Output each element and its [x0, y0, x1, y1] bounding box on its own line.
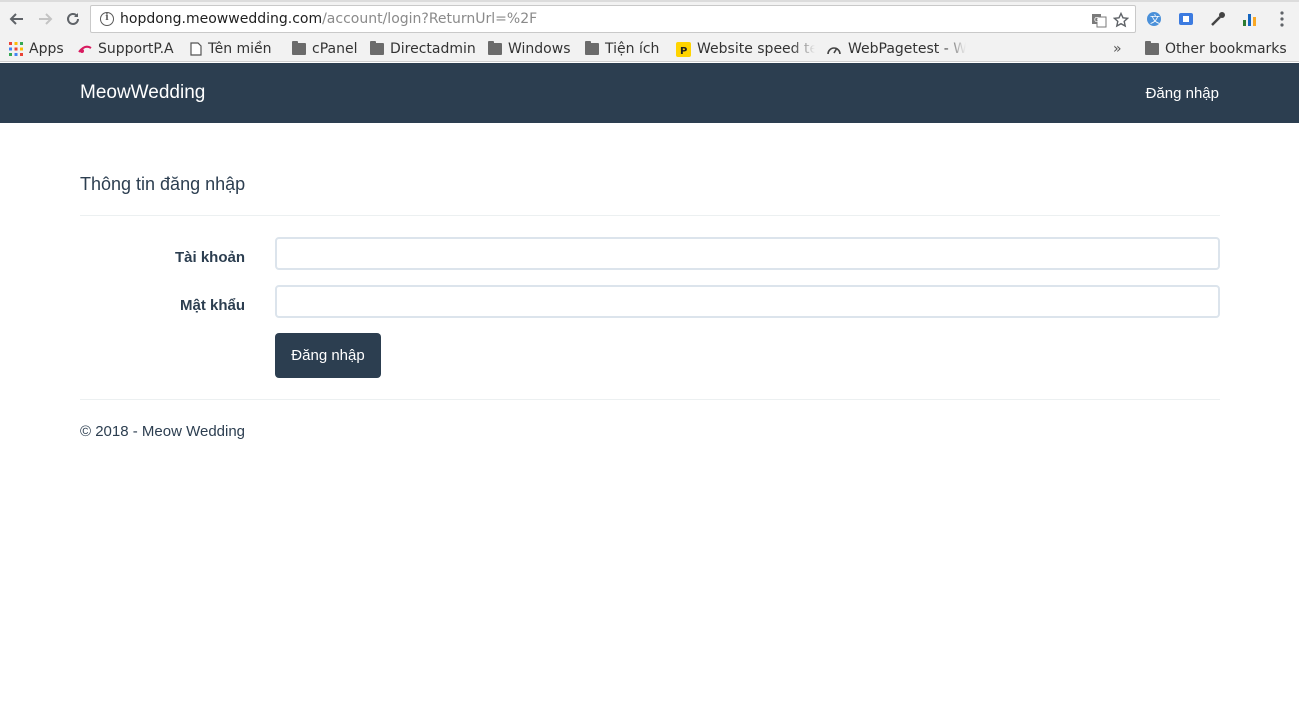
site-brand[interactable]: MeowWedding: [80, 81, 205, 105]
pingdom-icon: P: [676, 41, 691, 57]
title-divider: [80, 215, 1220, 216]
bookmark-website-speed[interactable]: P Website speed te: [676, 39, 815, 59]
page-title: Thông tin đăng nhập: [80, 174, 246, 194]
bookmark-label: cPanel: [312, 41, 358, 57]
extension-eyedropper-icon[interactable]: [1209, 10, 1227, 28]
folder-icon: [370, 41, 384, 55]
bookmark-folder-tien-ich[interactable]: Tiện ích: [585, 39, 659, 59]
bookmark-apps[interactable]: Apps: [9, 39, 64, 59]
footer-copyright: © 2018 - Meow Wedding: [80, 423, 246, 440]
username-input[interactable]: [275, 237, 1220, 270]
url-host: hopdong.meowwedding.com: [120, 11, 323, 27]
bookmark-label: Other bookmarks: [1165, 41, 1287, 57]
svg-text:P: P: [680, 46, 687, 57]
back-arrow-icon: [9, 13, 23, 25]
url-path: /account/login?ReturnUrl=%2F: [322, 11, 538, 27]
folder-icon: [585, 41, 599, 55]
extension-page-icon[interactable]: [1177, 10, 1195, 28]
username-label: Tài khoản: [174, 249, 245, 266]
url-text[interactable]: hopdong.meowwedding.com/account/login?Re…: [120, 11, 537, 28]
bookmark-star-icon[interactable]: [1113, 12, 1129, 28]
bookmark-folder-windows[interactable]: Windows: [488, 39, 571, 59]
bookmark-label: Windows: [508, 41, 571, 57]
speedometer-icon: [827, 47, 841, 55]
extension-chart-icon[interactable]: [1241, 10, 1259, 28]
bookmark-supportpa[interactable]: SupportP.A: [78, 39, 174, 59]
extension-translate-icon[interactable]: 文: [1145, 10, 1163, 28]
password-label: Mật khẩu: [179, 297, 245, 314]
forward-button[interactable]: [35, 9, 55, 29]
bookmark-label: WebPagetest - W: [848, 41, 966, 57]
bookmark-folder-directadmin[interactable]: Directadmin: [370, 39, 476, 59]
tab-strip-edge: [0, 0, 1299, 2]
bookmarks-overflow-button[interactable]: »: [1113, 39, 1122, 59]
address-bar[interactable]: i hopdong.meowwedding.com/account/login?…: [90, 5, 1136, 33]
bookmark-label: Website speed te: [697, 41, 815, 57]
password-input[interactable]: [275, 285, 1220, 318]
browser-toolbar: i hopdong.meowwedding.com/account/login?…: [0, 0, 1299, 37]
svg-text:文: 文: [1150, 13, 1160, 26]
folder-icon: [488, 41, 502, 55]
bookmark-label: Directadmin: [390, 41, 476, 57]
nav-login-link[interactable]: Đăng nhập: [1146, 84, 1219, 104]
svg-text:G: G: [1094, 16, 1099, 24]
reload-icon: [67, 12, 79, 25]
browser-menu-icon[interactable]: [1273, 10, 1291, 28]
site-info-icon[interactable]: i: [100, 12, 114, 26]
folder-icon: [292, 41, 306, 55]
bookmark-webpagetest[interactable]: WebPagetest - W: [826, 39, 966, 59]
footer-divider: [80, 399, 1220, 400]
forward-arrow-icon: [39, 13, 53, 25]
chevron-double-right-icon: »: [1113, 41, 1122, 57]
bookmark-label: Tiện ích: [605, 41, 660, 57]
page-icon: [190, 42, 202, 56]
translate-icon[interactable]: G: [1091, 12, 1107, 28]
bookmark-label: SupportP.A: [98, 41, 174, 57]
folder-icon: [1145, 41, 1159, 55]
back-button[interactable]: [7, 9, 27, 29]
reload-button[interactable]: [63, 9, 83, 29]
bookmark-label: Apps: [29, 41, 64, 57]
site-navbar: MeowWedding Đăng nhập: [0, 63, 1299, 123]
bookmarks-bar: Apps SupportP.A Tên miền cPanel Directad…: [0, 37, 1299, 62]
bookmark-ten-mien[interactable]: Tên miền: [190, 39, 272, 59]
apps-grid-icon: [9, 42, 23, 56]
login-submit-button[interactable]: Đăng nhập: [275, 333, 381, 378]
bookmark-label: Tên miền: [208, 41, 272, 57]
pa-logo-icon: [78, 45, 92, 53]
bookmark-folder-cpanel[interactable]: cPanel: [292, 39, 357, 59]
bookmark-other-bookmarks[interactable]: Other bookmarks: [1145, 39, 1287, 59]
